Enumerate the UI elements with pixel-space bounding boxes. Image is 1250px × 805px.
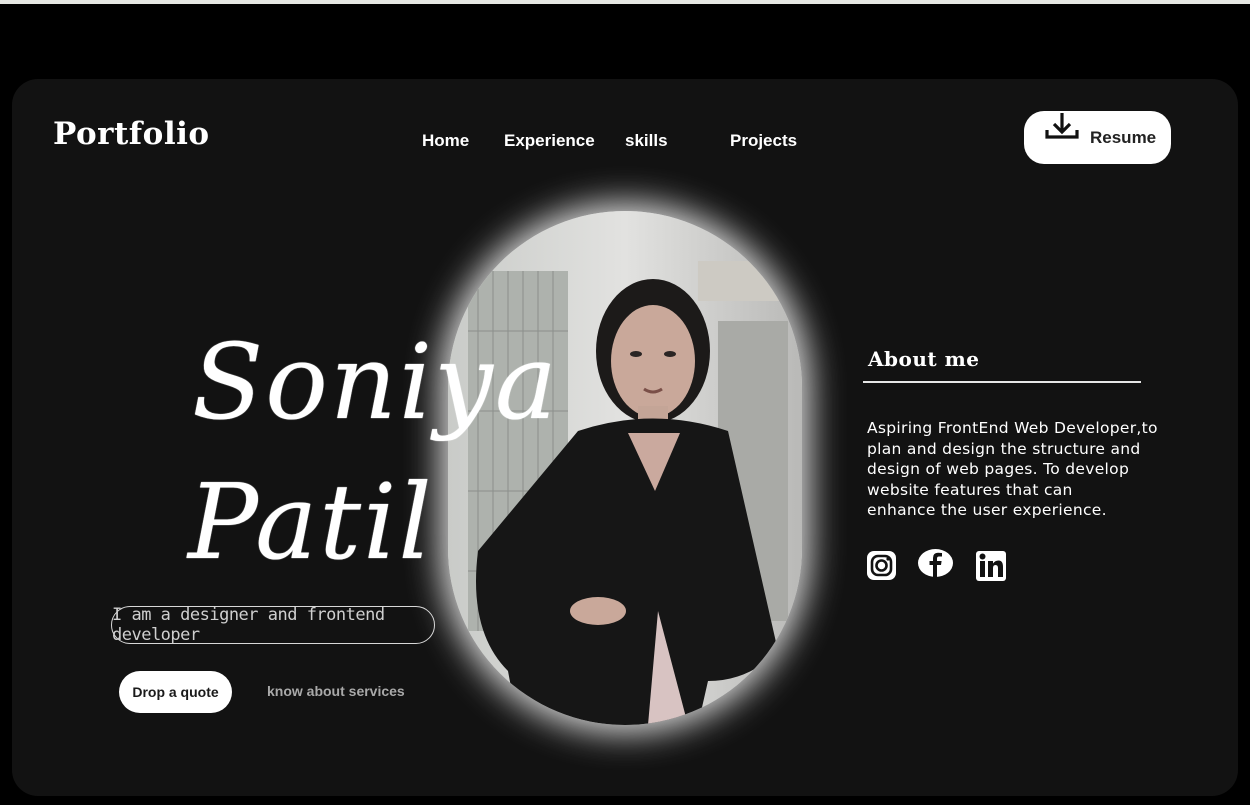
instagram-icon[interactable]: [866, 548, 897, 582]
nav-skills[interactable]: skills: [625, 131, 668, 151]
services-link[interactable]: know about services: [267, 683, 405, 699]
facebook-icon[interactable]: [917, 548, 954, 578]
about-title: About me: [868, 347, 980, 371]
resume-label: Resume: [1090, 128, 1157, 147]
tagline-pill: I am a designer and frontend developer: [111, 605, 435, 645]
top-border: [0, 0, 1250, 4]
linkedin-icon[interactable]: [975, 548, 1007, 582]
about-divider: [863, 381, 1141, 383]
download-icon: [1045, 113, 1079, 139]
drop-quote-button[interactable]: Drop a quote: [119, 671, 232, 713]
nav-experience[interactable]: Experience: [504, 131, 595, 151]
resume-button[interactable]: Resume: [1024, 111, 1171, 164]
logo[interactable]: Portfolio: [53, 116, 210, 152]
nav-projects[interactable]: Projects: [730, 131, 797, 151]
first-name: Soniya: [192, 321, 559, 443]
last-name: Patil: [188, 461, 434, 583]
profile-photo: [448, 211, 802, 725]
about-text: Aspiring FrontEnd Web Developer,to plan …: [867, 419, 1158, 520]
nav-home[interactable]: Home: [422, 131, 469, 151]
